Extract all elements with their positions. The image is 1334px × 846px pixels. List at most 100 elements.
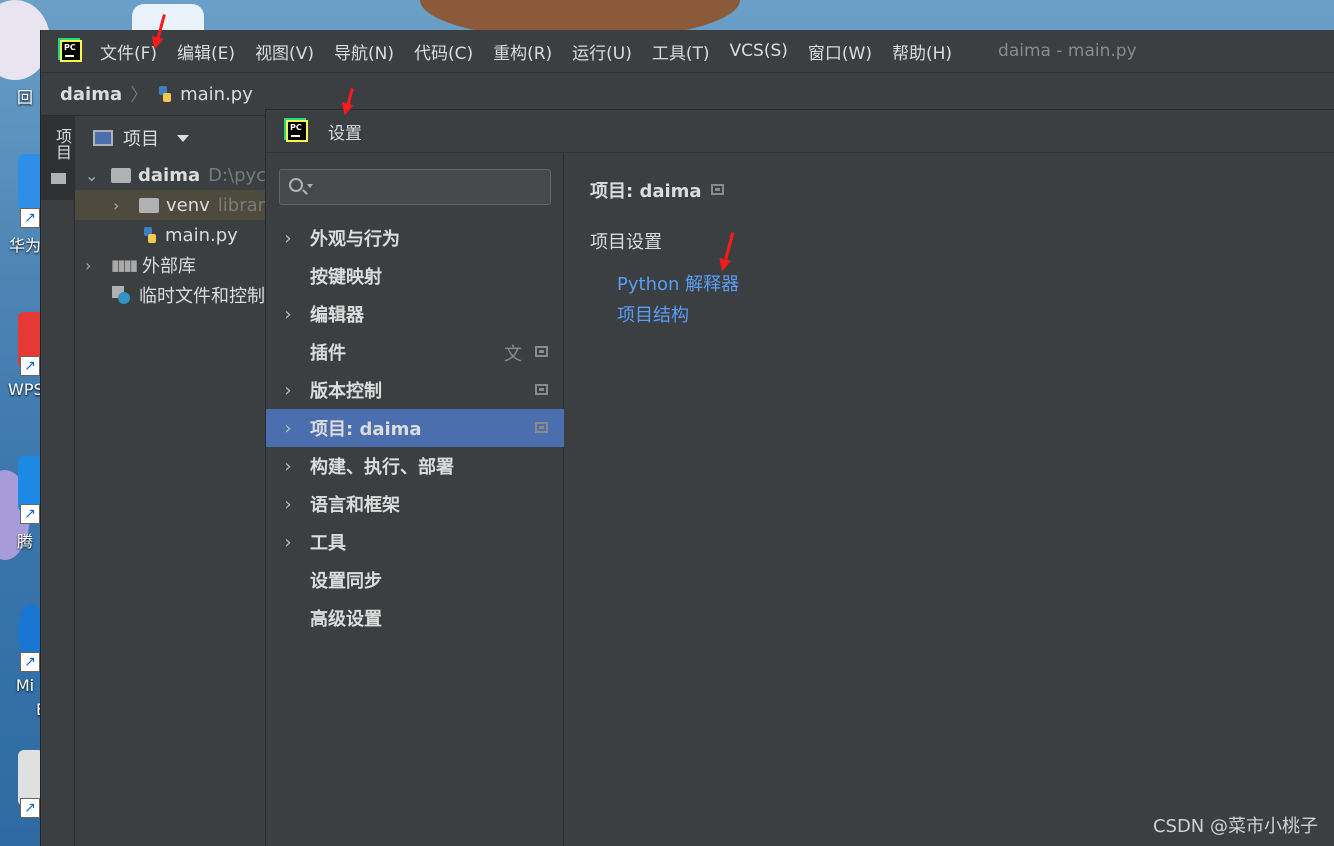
menu-vcs[interactable]: VCS(S) [730, 41, 788, 61]
tree-item-external-libs[interactable]: › ▮▮▮▮ 外部库 [75, 250, 267, 280]
breadcrumb-separator-icon: 〉 [130, 85, 149, 106]
breadcrumb-project[interactable]: daima [60, 84, 122, 105]
watermark: CSDN @菜市小桃子 [1152, 816, 1318, 837]
project-view-icon [93, 130, 113, 146]
left-tool-strip: 项目 [41, 116, 75, 846]
section-label: 项目设置 [590, 232, 662, 253]
shortcut-arrow-icon: ↗ [20, 208, 40, 228]
chevron-right-icon: › [284, 417, 292, 439]
desktop-icon-label: 华为 [8, 236, 41, 255]
folder-icon [111, 167, 131, 183]
settings-title: 设置 [328, 123, 362, 144]
desktop-icon-label: 回 [16, 88, 33, 107]
chevron-right-icon[interactable]: › [85, 256, 101, 275]
menu-bar: PC 文件(F) 编辑(E) 视图(V) 导航(N) 代码(C) 重构(R) 运… [41, 30, 1334, 72]
settings-search-box[interactable] [279, 169, 551, 205]
menu-code[interactable]: 代码(C) [414, 39, 473, 64]
settings-nav-label: 版本控制 [310, 381, 382, 402]
chevron-right-icon: › [284, 455, 292, 477]
project-tool-tab-label: 项目 [53, 128, 72, 160]
chevron-down-icon[interactable] [307, 184, 313, 188]
project-scope-icon [535, 384, 548, 395]
settings-nav-tools[interactable]: › 工具 [266, 523, 564, 561]
tree-item-label: 外部库 [142, 256, 197, 277]
settings-nav-editor[interactable]: › 编辑器 [266, 295, 564, 333]
settings-nav-label: 编辑器 [310, 305, 364, 326]
menu-edit[interactable]: 编辑(E) [177, 39, 235, 64]
chevron-right-icon: › [284, 379, 292, 401]
menu-run[interactable]: 运行(U) [572, 39, 632, 64]
menu-view[interactable]: 视图(V) [255, 39, 314, 64]
settings-nav-label: 语言和框架 [310, 495, 400, 516]
chevron-down-icon[interactable]: ⌄ [85, 166, 101, 185]
window-title: daima - main.py [998, 41, 1137, 61]
desktop-icon-label: Mi [15, 676, 35, 695]
settings-content: 项目: daima 项目设置 Python 解释器 项目结构 [564, 153, 1334, 846]
pycharm-logo-icon: PC [286, 120, 308, 142]
settings-nav-label: 高级设置 [310, 609, 382, 630]
settings-nav-vcs[interactable]: › 版本控制 [266, 371, 564, 409]
menu-navigate[interactable]: 导航(N) [334, 39, 394, 64]
chevron-right-icon: › [284, 227, 292, 249]
settings-nav-label: 插件 [310, 343, 346, 364]
tree-item-label: venv [166, 194, 210, 216]
tree-item-venv[interactable]: › venv library [75, 190, 267, 220]
project-scope-icon [711, 184, 724, 195]
desktop-icon-label: WPS [8, 380, 44, 399]
scratch-file-icon [112, 286, 130, 304]
tree-item-label: 临时文件和控制 [139, 286, 265, 307]
project-panel-title: 项目 [123, 129, 159, 150]
tree-item-label: daima [138, 164, 201, 186]
translate-icon: 文 [504, 344, 522, 365]
tree-item-main-file[interactable]: main.py [75, 220, 267, 250]
menu-file[interactable]: 文件(F) [100, 39, 157, 64]
chevron-right-icon: › [284, 531, 292, 553]
content-title: 项目: daima [590, 181, 702, 202]
settings-nav-languages[interactable]: › 语言和框架 [266, 485, 564, 523]
folder-icon [139, 197, 159, 213]
shortcut-arrow-icon: ↗ [20, 798, 40, 818]
settings-nav-project[interactable]: › 项目: daima [266, 409, 564, 447]
breadcrumb-file[interactable]: main.py [180, 84, 253, 105]
project-tool-tab[interactable]: 项目 [41, 116, 75, 200]
project-panel-header[interactable]: 项目 [75, 116, 267, 160]
settings-nav-label: 设置同步 [310, 571, 382, 592]
shortcut-arrow-icon: ↗ [20, 652, 40, 672]
tree-item-hint: library [217, 194, 267, 216]
settings-dialog: PC 设置 › 外观与行为 按键映射 › 编辑器 插件 文 › 版本控制 › 项… [265, 109, 1334, 846]
settings-nav-sync[interactable]: 设置同步 [266, 561, 564, 599]
settings-nav-advanced[interactable]: 高级设置 [266, 599, 564, 637]
settings-sidebar: › 外观与行为 按键映射 › 编辑器 插件 文 › 版本控制 › 项目: dai… [266, 153, 564, 846]
chevron-right-icon[interactable]: › [113, 196, 129, 215]
chevron-right-icon: › [284, 493, 292, 515]
settings-search-input[interactable] [318, 174, 543, 200]
project-scope-icon [535, 346, 548, 357]
tree-item-root[interactable]: ⌄ daima D:\pych [75, 160, 267, 190]
desktop-icon-label: 腾 [16, 532, 33, 551]
chevron-down-icon[interactable] [177, 134, 189, 142]
search-icon[interactable] [289, 178, 303, 192]
pycharm-logo-icon: PC [60, 40, 82, 62]
settings-nav-label: 项目: daima [310, 419, 422, 440]
settings-nav-label: 构建、执行、部署 [310, 457, 454, 478]
settings-nav-build[interactable]: › 构建、执行、部署 [266, 447, 564, 485]
tree-item-scratches[interactable]: 临时文件和控制 [75, 280, 267, 310]
folder-icon [51, 173, 66, 184]
shortcut-arrow-icon: ↗ [20, 356, 40, 376]
python-file-icon [159, 86, 172, 102]
menu-tools[interactable]: 工具(T) [652, 39, 710, 64]
settings-nav-plugins[interactable]: 插件 文 [266, 333, 564, 371]
settings-nav-label: 工具 [310, 533, 346, 554]
settings-nav-keymap[interactable]: 按键映射 [266, 257, 564, 295]
settings-nav-appearance[interactable]: › 外观与行为 [266, 219, 564, 257]
tree-item-label: main.py [165, 224, 238, 246]
menu-refactor[interactable]: 重构(R) [493, 39, 552, 64]
menu-help[interactable]: 帮助(H) [892, 39, 952, 64]
link-project-structure[interactable]: 项目结构 [617, 301, 689, 327]
settings-titlebar[interactable]: PC 设置 [266, 110, 1334, 153]
python-file-icon [144, 227, 156, 243]
link-python-interpreter[interactable]: Python 解释器 [617, 270, 739, 296]
project-scope-icon [535, 422, 548, 433]
menu-window[interactable]: 窗口(W) [808, 39, 872, 64]
library-icon: ▮▮▮▮ [111, 256, 138, 274]
